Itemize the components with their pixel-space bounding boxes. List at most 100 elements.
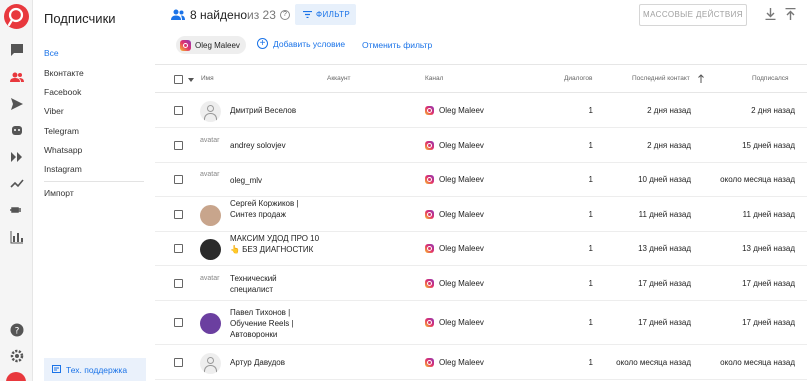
sidebar-title: Подписчики [44,11,116,26]
help-icon[interactable]: ? [8,321,25,338]
row-checkbox[interactable] [174,175,183,184]
send-icon[interactable] [8,95,25,112]
subscriber-name[interactable]: МАКСИМ УДОД ПРО 10 👆 БЕЗ ДИАГНОСТИК [230,233,320,255]
dialogs-count: 1 [588,357,593,367]
caret-down-icon[interactable] [188,78,194,82]
table-row[interactable]: avatar andrey solovjev Oleg Maleev 1 2 д… [155,128,807,163]
sidebar-item-import[interactable]: Импорт [44,188,74,198]
filter-chip-label: Oleg Maleev [195,40,240,50]
col-name[interactable]: Имя [201,75,214,82]
col-subscribed[interactable]: Подписался [752,75,789,82]
instagram-icon [180,39,191,51]
settings-icon[interactable] [8,347,25,364]
add-condition-button[interactable]: + Добавить условие [257,38,345,49]
sidebar-item-viber[interactable]: Viber [44,106,64,116]
avatar [200,352,221,374]
table-row[interactable]: Артур Давудов Oleg Maleev 1 около месяца… [155,345,807,380]
icon-rail: ? [0,0,33,381]
automation-icon[interactable] [8,148,25,165]
channel-name: Oleg Maleev [439,209,484,219]
channel-name: Oleg Maleev [439,140,484,150]
subscriber-name[interactable]: Технический специалист [230,273,320,295]
channel-name: Oleg Maleev [439,357,484,367]
subscriber-name[interactable]: Сергей Коржиков | Синтез продаж [230,198,320,220]
row-checkbox[interactable] [174,357,183,367]
subscriber-name[interactable]: Артур Давудов [230,357,320,368]
instagram-icon [425,278,434,288]
dialogs-count: 1 [588,175,593,184]
subscribers-icon[interactable] [8,68,25,85]
table-row[interactable]: Павел Тихонов | Обучение Reels | Автовор… [155,301,807,345]
analytics-icon[interactable] [8,174,25,191]
last-contact: 17 дней назад [638,278,691,288]
sidebar-item-vkontakte[interactable]: Вконтакте [44,68,84,78]
logo-icon[interactable] [4,4,29,29]
subscriber-name[interactable]: oleg_mlv [230,175,320,186]
sidebar-item-all[interactable]: Все [44,48,59,58]
table-row[interactable]: avatar oleg_mlv Oleg Maleev 1 10 дней на… [155,163,807,197]
sidebar-item-whatsapp[interactable]: Whatsapp [44,145,82,155]
cancel-filter-link[interactable]: Отменить фильтр [362,40,432,50]
table-row[interactable]: Дмитрий Веселов Oleg Maleev 1 2 дня наза… [155,93,807,128]
table-row[interactable]: avatar Технический специалист Oleg Malee… [155,266,807,301]
last-contact: 10 дней назад [638,175,691,184]
subscribed-date: 11 дней назад [742,209,795,219]
table-row[interactable]: Сергей Коржиков | Синтез продаж Oleg Mal… [155,197,807,232]
row-checkbox[interactable] [174,244,183,253]
subscriber-name[interactable]: andrey solovjev [230,140,320,151]
subscriber-name[interactable]: Дмитрий Веселов [230,105,320,116]
upload-icon[interactable] [785,8,796,20]
dialogs-count: 1 [588,209,593,219]
row-checkbox[interactable] [174,140,183,150]
subscriber-name[interactable]: Павел Тихонов | Обучение Reels | Автовор… [230,307,320,340]
chat-icon[interactable] [8,41,25,58]
filter-chip[interactable]: Oleg Maleev [176,36,246,54]
select-all-checkbox[interactable] [174,75,183,84]
dialogs-count: 1 [588,140,593,150]
sidebar-item-facebook[interactable]: Facebook [44,87,81,97]
col-dialogs[interactable]: Диалогов [564,75,592,82]
channel-name: Oleg Maleev [439,244,484,253]
row-checkbox[interactable] [174,318,183,327]
bulk-actions-button[interactable]: МАССОВЫЕ ДЕЙСТВИЯ [639,4,747,26]
subscribed-date: 17 дней назад [742,318,795,327]
last-contact: 11 дней назад [638,209,691,219]
support-button[interactable]: Тех. поддержка [44,358,146,381]
dialogs-count: 1 [588,244,593,253]
channel-cell: Oleg Maleev [425,318,484,327]
user-avatar[interactable] [6,372,26,381]
sidebar-item-telegram[interactable]: Telegram [44,126,79,136]
subscribed-date: 2 дня назад [751,105,795,115]
subscribed-date: 13 дней назад [742,244,795,253]
stats-icon[interactable] [8,228,25,245]
help-icon[interactable]: ? [280,10,290,20]
download-icon[interactable] [765,8,776,20]
avatar [200,100,221,122]
bot-icon[interactable] [8,121,25,138]
col-last-contact[interactable]: Последний контакт [632,75,690,82]
row-checkbox[interactable] [174,278,183,288]
col-channel[interactable]: Канал [425,75,443,82]
filter-label: ФИЛЬТР [316,10,351,19]
sidebar-item-instagram[interactable]: Instagram [44,164,82,174]
row-checkbox[interactable] [174,209,183,219]
channel-cell: Oleg Maleev [425,105,484,115]
integrations-icon[interactable] [8,201,25,218]
channel-cell: Oleg Maleev [425,357,484,367]
instagram-icon [425,175,434,184]
sort-arrow-icon[interactable] [698,74,704,83]
last-contact: около месяца назад [616,357,691,367]
support-label: Тех. поддержка [66,364,128,375]
channel-cell: Oleg Maleev [425,278,484,288]
subscribed-date: 17 дней назад [742,278,795,288]
total-count: из 23 [247,8,276,22]
channel-name: Oleg Maleev [439,105,484,115]
found-count: 8 найдено [190,8,247,22]
last-contact: 2 дня назад [647,105,691,115]
col-account[interactable]: Аккаунт [327,75,351,82]
table-row[interactable]: МАКСИМ УДОД ПРО 10 👆 БЕЗ ДИАГНОСТИК Oleg… [155,232,807,266]
avatar [200,204,221,226]
row-checkbox[interactable] [174,105,183,115]
support-icon [52,365,61,373]
filter-button[interactable]: ФИЛЬТР [295,4,356,25]
